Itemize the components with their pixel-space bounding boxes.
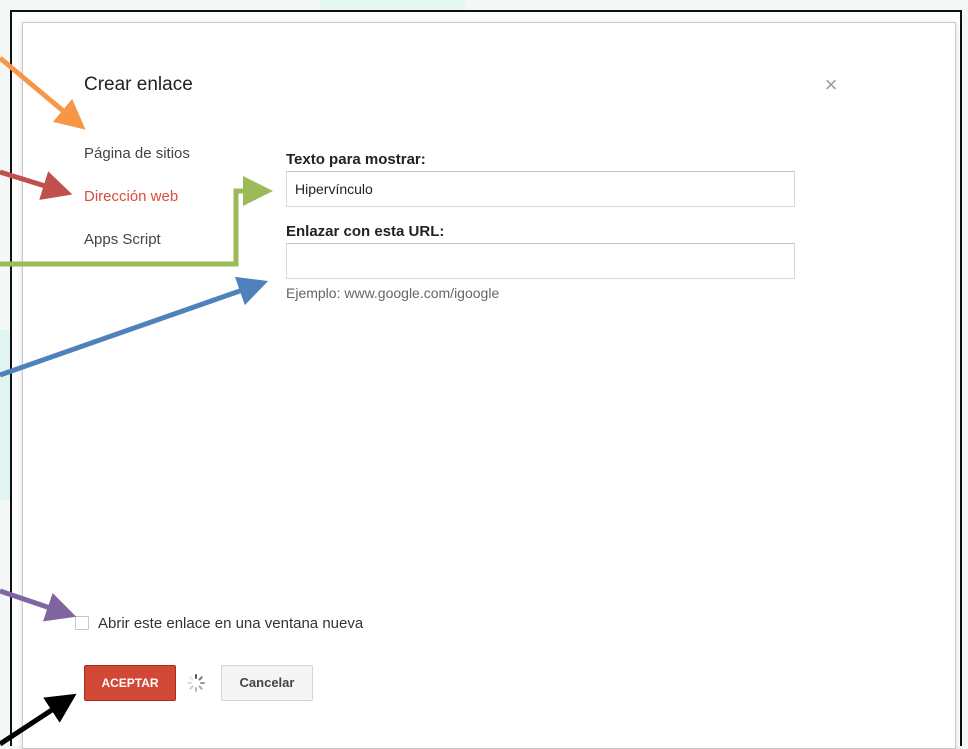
nav-item-apps-script[interactable]: Apps Script	[84, 231, 190, 274]
nav-item-web-address[interactable]: Dirección web	[84, 188, 190, 231]
loading-spinner-icon	[187, 674, 205, 692]
url-label: Enlazar con esta URL:	[286, 223, 445, 240]
accept-button[interactable]: ACEPTAR	[84, 665, 176, 701]
new-window-label[interactable]: Abrir este enlace en una ventana nueva	[98, 615, 363, 632]
link-type-nav: Página de sitios Dirección web Apps Scri…	[84, 145, 190, 274]
cancel-button[interactable]: Cancelar	[221, 665, 313, 701]
nav-item-site-page[interactable]: Página de sitios	[84, 145, 190, 188]
url-hint: Ejemplo: www.google.com/igoogle	[286, 285, 500, 301]
screenshot-frame: Crear enlace × Página de sitios Direcció…	[0, 0, 968, 749]
url-input[interactable]	[286, 243, 795, 279]
display-text-label: Texto para mostrar:	[286, 151, 426, 168]
new-window-checkbox[interactable]	[75, 616, 89, 630]
display-text-input[interactable]	[286, 171, 795, 207]
close-icon[interactable]: ×	[820, 74, 842, 96]
dialog-title: Crear enlace	[84, 74, 193, 95]
create-link-dialog	[22, 22, 956, 749]
